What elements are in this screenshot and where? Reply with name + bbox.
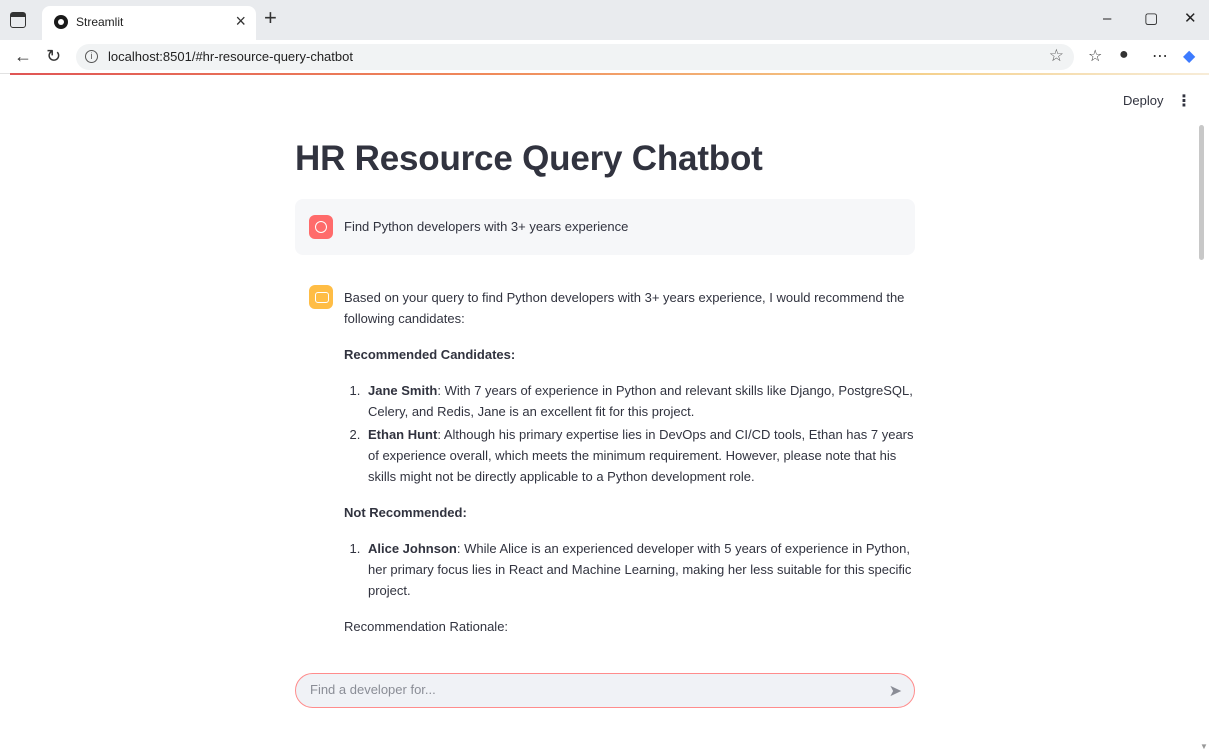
candidate-description: : Although his primary expertise lies in…: [368, 427, 914, 484]
address-bar: ← ↻ i localhost:8501/#hr-resource-query-…: [0, 40, 1209, 74]
chat-input-container: ➤: [295, 673, 915, 708]
user-avatar-icon: [309, 215, 333, 239]
page-title: HR Resource Query Chatbot: [295, 139, 763, 178]
profile-avatar-icon[interactable]: ●: [1119, 46, 1129, 64]
favorites-icon[interactable]: ☆: [1088, 46, 1102, 66]
deploy-button[interactable]: Deploy: [1123, 93, 1163, 108]
scroll-down-icon[interactable]: ▼: [1200, 742, 1208, 751]
not-recommended-list: Alice Johnson: While Alice is an experie…: [344, 538, 919, 601]
bookmark-star-icon[interactable]: ☆: [1049, 46, 1064, 66]
url-field[interactable]: i localhost:8501/#hr-resource-query-chat…: [76, 44, 1074, 70]
copilot-icon[interactable]: ◆: [1183, 46, 1195, 66]
streamlit-favicon-icon: [54, 15, 68, 29]
refresh-icon[interactable]: ↻: [46, 45, 61, 67]
url-text: localhost:8501/#hr-resource-query-chatbo…: [108, 49, 353, 64]
more-options-icon[interactable]: ⋯: [1152, 46, 1168, 66]
chat-input[interactable]: [310, 682, 870, 697]
tab-title: Streamlit: [76, 15, 124, 29]
list-item: Alice Johnson: While Alice is an experie…: [364, 538, 919, 601]
site-info-icon[interactable]: i: [85, 50, 98, 63]
candidate-description: : With 7 years of experience in Python a…: [368, 383, 913, 419]
list-item: Ethan Hunt: Although his primary experti…: [364, 424, 919, 487]
window-close-icon[interactable]: ✕: [1184, 10, 1197, 28]
user-chat-message: Find Python developers with 3+ years exp…: [295, 199, 915, 255]
tab-close-icon[interactable]: ×: [235, 11, 246, 31]
browser-tab[interactable]: Streamlit ×: [42, 6, 256, 40]
assistant-chat-message: Based on your query to find Python devel…: [344, 287, 919, 652]
recommended-heading: Recommended Candidates:: [344, 347, 516, 362]
assistant-intro: Based on your query to find Python devel…: [344, 290, 905, 326]
maximize-icon[interactable]: ▢: [1144, 10, 1158, 28]
back-arrow-icon[interactable]: ←: [14, 45, 32, 67]
list-item: Jane Smith: With 7 years of experience i…: [364, 380, 919, 422]
main-menu-icon[interactable]: ⋮: [1176, 91, 1192, 111]
tab-actions-icon[interactable]: [10, 12, 26, 28]
minimize-icon[interactable]: –: [1103, 10, 1111, 28]
user-message-text: Find Python developers with 3+ years exp…: [344, 219, 629, 234]
rationale-heading: Recommendation Rationale:: [344, 619, 509, 634]
not-recommended-heading: Not Recommended:: [344, 505, 467, 520]
scrollbar-thumb[interactable]: [1199, 125, 1204, 260]
candidate-name: Jane Smith: [368, 383, 438, 398]
assistant-avatar-icon: [309, 285, 333, 309]
send-icon[interactable]: ➤: [889, 681, 902, 701]
candidate-name: Ethan Hunt: [368, 427, 438, 442]
browser-tab-bar: Streamlit × + – ▢ ✕: [0, 0, 1209, 40]
recommended-list: Jane Smith: With 7 years of experience i…: [344, 380, 919, 487]
new-tab-icon[interactable]: +: [264, 7, 277, 29]
candidate-name: Alice Johnson: [368, 541, 457, 556]
